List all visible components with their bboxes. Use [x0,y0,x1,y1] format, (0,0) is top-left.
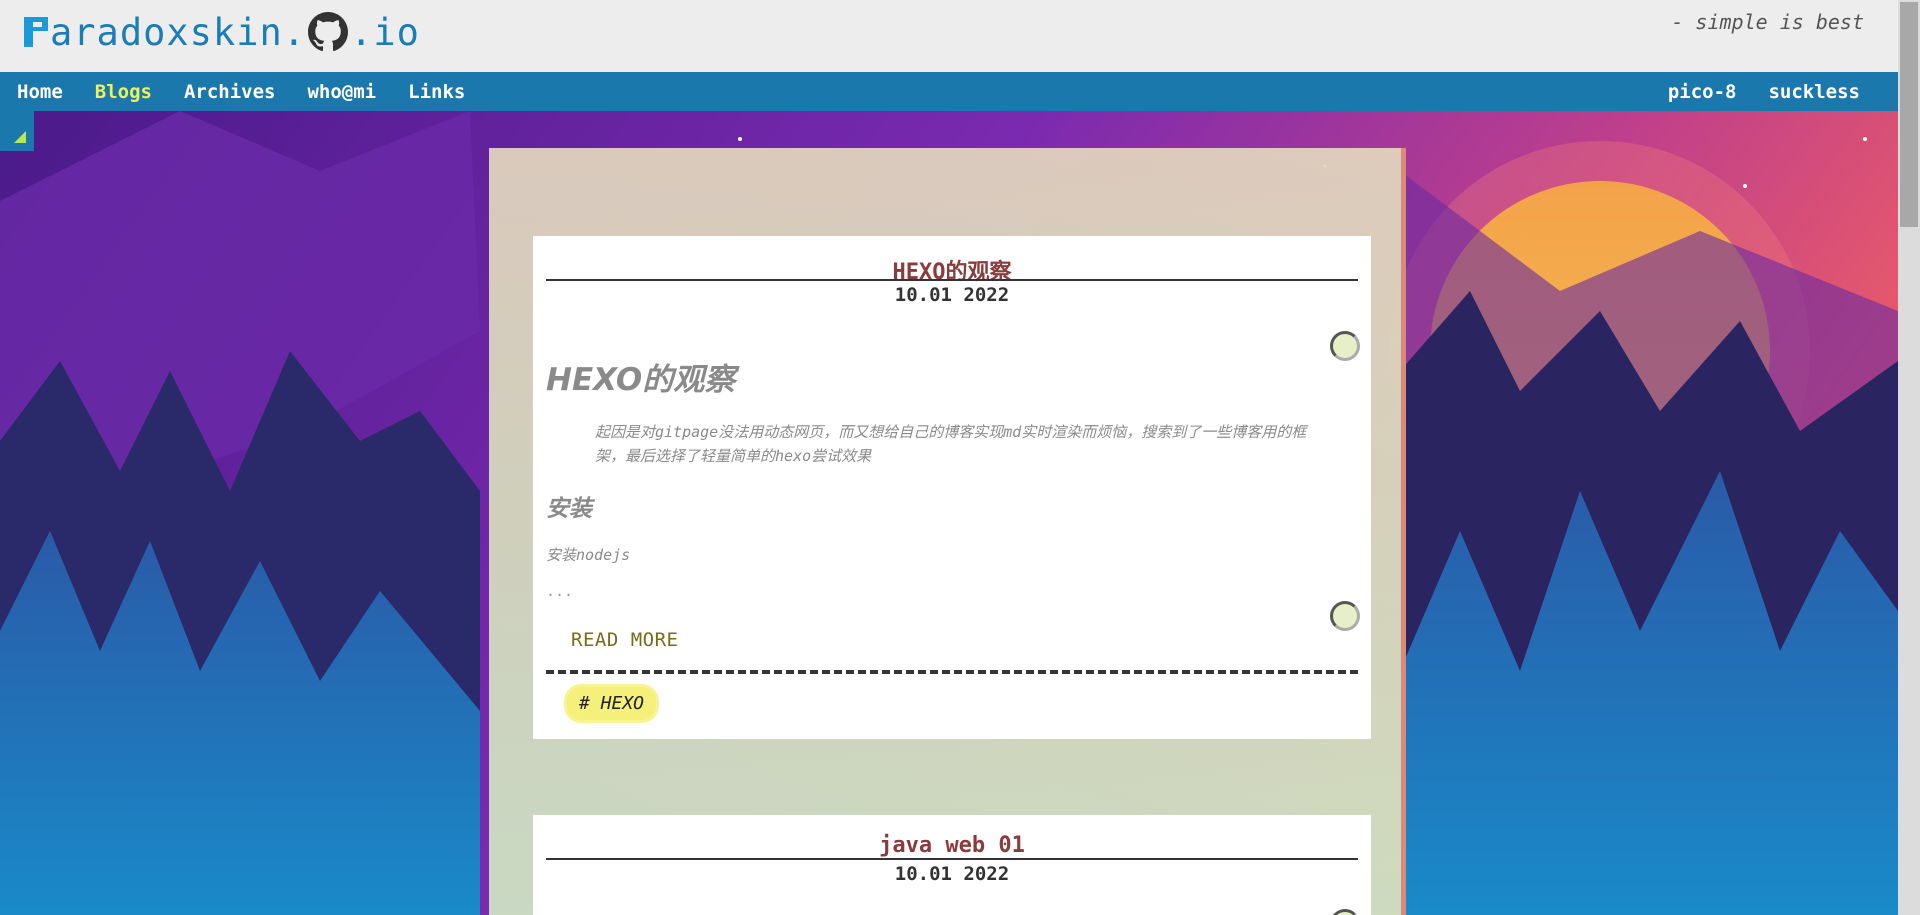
dashed-divider [546,670,1358,674]
site-tagline: - simple is best [1671,10,1864,34]
post-title-link[interactable]: HEXO的观察 [546,254,1358,286]
logo-text: aradoxskin. [50,10,307,54]
logo-suffix: .io [350,10,420,54]
knob-icon [1330,601,1360,631]
knob-icon [1330,909,1360,915]
nav-left-group: Home Blogs Archives who@mi Links [17,81,497,103]
post-heading: HEXO的观察 [546,362,736,398]
site-logo[interactable]: aradoxskin. .io [24,8,420,56]
nav-item-pico8[interactable]: pico-8 [1668,81,1737,103]
tag-hexo[interactable]: # HEXO [567,687,657,720]
github-icon[interactable] [308,12,349,52]
nav-item-links[interactable]: Links [408,81,465,103]
post-date: 10.01 2022 [894,284,1010,306]
logo-block-icon [24,17,48,47]
scrollbar-thumb[interactable] [1900,2,1918,227]
post-card: HEXO的观察 10.01 2022 HEXO的观察 起因是对gitpage没法… [533,236,1371,739]
post-paragraph: 安装nodejs [546,546,631,564]
knob-icon [1330,331,1360,361]
title-divider [546,279,1358,281]
column-edge [1401,148,1406,915]
site-header: aradoxskin. .io - simple is best [0,0,1898,72]
post-title-link[interactable]: java web 01 [546,833,1358,858]
nav-item-home[interactable]: Home [17,81,63,103]
nav-item-whoami[interactable]: who@mi [307,81,376,103]
corner-triangle-icon [14,131,26,143]
nav-item-suckless[interactable]: suckless [1768,81,1860,103]
post-subheading: 安装 [546,496,592,522]
nav-right-group: pico-8 suckless [1636,81,1860,103]
read-more-link[interactable]: READ MORE [571,629,678,651]
sidebar-toggle-button[interactable] [0,111,34,151]
post-card: java web 01 10.01 2022 [533,815,1371,915]
post-blockquote: 起因是对gitpage没法用动态网页，而又想给自己的博客实现md实时渲染而烦恼，… [595,423,1307,465]
title-divider [546,858,1358,860]
main-nav: Home Blogs Archives who@mi Links pico-8 … [0,72,1898,111]
nav-item-blogs[interactable]: Blogs [95,81,152,103]
post-ellipsis: ... [546,582,574,600]
nav-item-archives[interactable]: Archives [184,81,276,103]
post-date: 10.01 2022 [894,863,1010,885]
page-scrollbar[interactable] [1898,0,1920,915]
